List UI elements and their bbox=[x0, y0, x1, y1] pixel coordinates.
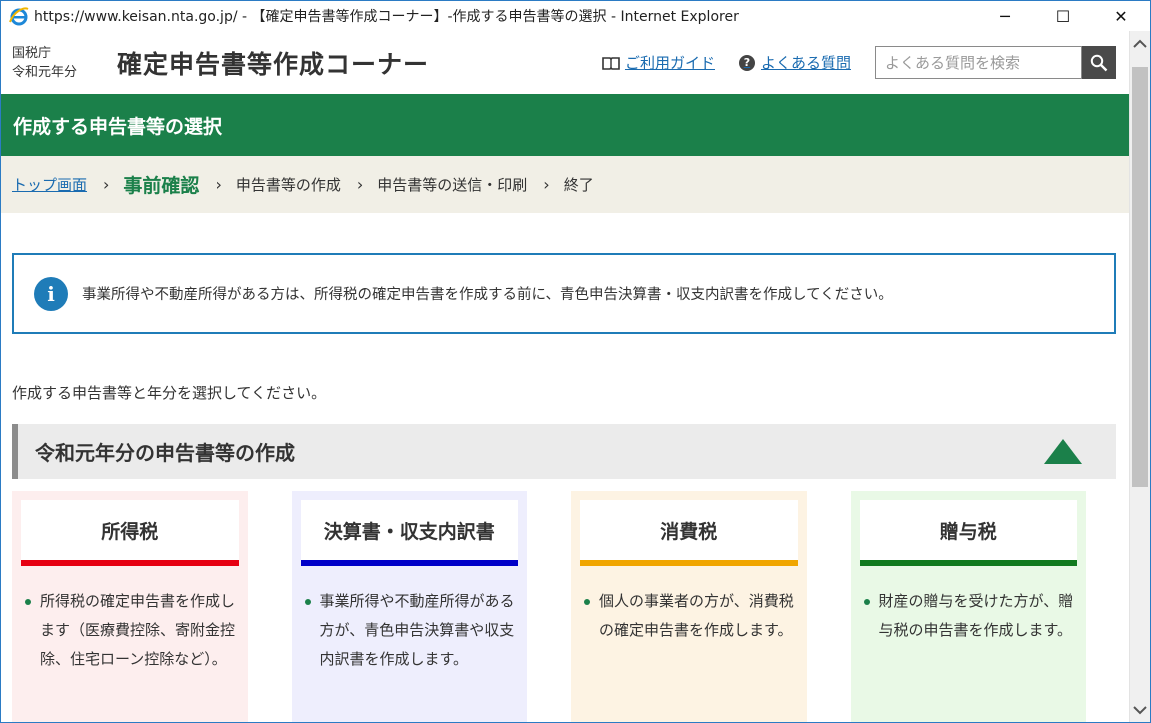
card-description: 個人の事業者の方が、消費税の確定申告書を作成します。 bbox=[584, 587, 798, 645]
card-description: 所得税の確定申告書を作成します（医療費控除、寄附金控除、住宅ローン控除など）。 bbox=[25, 587, 239, 674]
internet-explorer-icon bbox=[8, 5, 30, 27]
info-text: 事業所得や不動産所得がある方は、所得税の確定申告書を作成する前に、青色申告決算書… bbox=[82, 287, 893, 303]
page-viewport: 国税庁 令和元年分 確定申告書等作成コーナー ご利用ガイド ? よくある質問 よ… bbox=[1, 31, 1130, 722]
header-links: ご利用ガイド ? よくある質問 bbox=[602, 46, 1116, 79]
faq-link-label: よくある質問 bbox=[760, 54, 851, 72]
book-icon bbox=[602, 56, 620, 70]
breadcrumb-step-finish: 終了 bbox=[563, 176, 594, 194]
title-bar: https://www.keisan.nta.go.jp/ - 【確定申告書等作… bbox=[1, 1, 1150, 31]
instruction-text: 作成する申告書等と年分を選択してください。 bbox=[12, 384, 327, 402]
search-icon bbox=[1090, 54, 1108, 71]
faq-link[interactable]: ? よくある質問 bbox=[738, 52, 851, 73]
maximize-icon: ☐ bbox=[1055, 6, 1071, 26]
page-title: 作成する申告書等の選択 bbox=[13, 115, 223, 138]
breadcrumb-separator-icon: › bbox=[356, 175, 364, 194]
vertical-scrollbar[interactable] bbox=[1129, 31, 1150, 722]
question-icon: ? bbox=[738, 54, 755, 71]
breadcrumb-step-send-print: 申告書等の送信・印刷 bbox=[377, 176, 528, 194]
search-button[interactable] bbox=[1082, 46, 1116, 79]
tax-year: 令和元年分 bbox=[12, 64, 78, 80]
form-type-cards: 所得税 所得税の確定申告書を作成します（医療費控除、寄附金控除、住宅ローン控除な… bbox=[12, 491, 1130, 722]
card-title: 決算書・収支内訳書 bbox=[300, 500, 518, 566]
site-title[interactable]: 確定申告書等作成コーナー bbox=[117, 45, 429, 81]
section-title: 令和元年分の申告書等の作成 bbox=[35, 441, 295, 465]
section-header[interactable]: 令和元年分の申告書等の作成 bbox=[12, 424, 1116, 479]
close-button[interactable]: ✕ bbox=[1092, 1, 1150, 31]
guide-link-label: ご利用ガイド bbox=[624, 54, 715, 72]
search-input[interactable] bbox=[875, 46, 1082, 79]
breadcrumb: トップ画面 › 事前確認 › 申告書等の作成 › 申告書等の送信・印刷 › 終了 bbox=[1, 156, 1130, 213]
close-icon: ✕ bbox=[1114, 6, 1128, 26]
breadcrumb-step-create: 申告書等の作成 bbox=[235, 176, 341, 194]
maximize-button[interactable]: ☐ bbox=[1034, 1, 1092, 31]
card-financial-statement[interactable]: 決算書・収支内訳書 事業所得や不動産所得がある方が、青色申告決算書や収支内訳書を… bbox=[291, 491, 527, 722]
breadcrumb-current-step: 事前確認 bbox=[123, 175, 200, 197]
scroll-thumb[interactable] bbox=[1132, 67, 1148, 487]
browser-window: https://www.keisan.nta.go.jp/ - 【確定申告書等作… bbox=[0, 0, 1151, 723]
minimize-button[interactable]: ─ bbox=[976, 1, 1034, 31]
card-gift-tax[interactable]: 贈与税 財産の贈与を受けた方が、贈与税の申告書を作成します。 bbox=[850, 491, 1086, 722]
card-income-tax[interactable]: 所得税 所得税の確定申告書を作成します（医療費控除、寄附金控除、住宅ローン控除な… bbox=[12, 491, 248, 722]
card-title: 贈与税 bbox=[859, 500, 1077, 566]
breadcrumb-top-link[interactable]: トップ画面 bbox=[12, 174, 87, 195]
agency-label: 国税庁 令和元年分 bbox=[12, 44, 106, 82]
breadcrumb-separator-icon: › bbox=[543, 175, 550, 194]
card-title: 消費税 bbox=[580, 500, 798, 566]
info-notice: i 事業所得や不動産所得がある方は、所得税の確定申告書を作成する前に、青色申告決… bbox=[12, 253, 1116, 334]
scroll-down-arrow-icon[interactable] bbox=[1130, 697, 1150, 722]
card-title: 所得税 bbox=[21, 500, 239, 566]
scroll-up-arrow-icon[interactable] bbox=[1130, 31, 1150, 57]
card-description: 事業所得や不動産所得がある方が、青色申告決算書や収支内訳書を作成します。 bbox=[304, 587, 519, 674]
page-title-bar: 作成する申告書等の選択 bbox=[1, 94, 1130, 156]
faq-search bbox=[875, 46, 1116, 79]
breadcrumb-separator-icon: › bbox=[215, 175, 222, 194]
site-header: 国税庁 令和元年分 確定申告書等作成コーナー ご利用ガイド ? よくある質問 bbox=[1, 31, 1130, 94]
breadcrumb-separator-icon: › bbox=[103, 175, 110, 194]
agency-name: 国税庁 bbox=[12, 45, 52, 61]
guide-link[interactable]: ご利用ガイド bbox=[602, 52, 715, 73]
collapse-triangle-icon[interactable] bbox=[1044, 439, 1082, 464]
info-icon: i bbox=[34, 276, 68, 311]
card-description: 財産の贈与を受けた方が、贈与税の申告書を作成します。 bbox=[863, 587, 1078, 645]
window-title: https://www.keisan.nta.go.jp/ - 【確定申告書等作… bbox=[34, 9, 739, 25]
card-consumption-tax[interactable]: 消費税 個人の事業者の方が、消費税の確定申告書を作成します。 bbox=[571, 491, 807, 722]
minimize-icon: ─ bbox=[1000, 6, 1010, 26]
